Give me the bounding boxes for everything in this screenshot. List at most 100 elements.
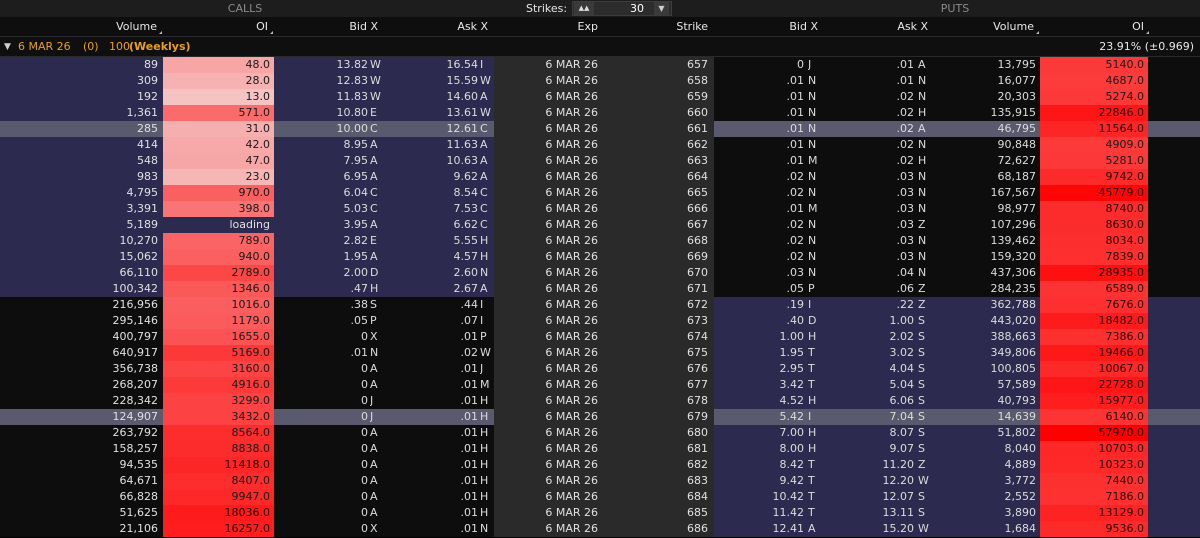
table-row[interactable]: 309 28.0 12.83 W 15.59 W 6 MAR 26 658.01 N .01 N 16… [0, 73, 1200, 89]
call-bid[interactable]: 7.95 [274, 153, 369, 169]
put-bid[interactable]: .01 [714, 153, 805, 169]
expiration[interactable]: 6 MAR 26 [494, 393, 598, 409]
expiration[interactable]: 6 MAR 26 [494, 249, 598, 265]
call-ask[interactable]: 9.62 [384, 169, 479, 185]
put-volume[interactable]: 72,627 [934, 153, 1037, 169]
call-oi[interactable]: 8838.0 [163, 441, 274, 457]
call-volume[interactable]: 192 [0, 89, 158, 105]
call-ask[interactable]: 16.54 [384, 57, 479, 73]
call-ask[interactable]: .01 [384, 521, 479, 537]
chevron-down-icon[interactable]: ▼ [4, 37, 11, 57]
put-ask-exchange[interactable]: H [918, 153, 932, 169]
call-ask-exchange[interactable]: A [480, 169, 494, 185]
call-ask-exchange[interactable]: H [480, 409, 494, 425]
table-row[interactable]: 192 13.0 11.83 W 14.60 A 6 MAR 26 659.01 N .02 N 20… [0, 89, 1200, 105]
call-volume[interactable]: 548 [0, 153, 158, 169]
put-ask[interactable]: 12.20 [824, 473, 915, 489]
put-volume[interactable]: 362,788 [934, 297, 1037, 313]
call-oi[interactable]: 3299.0 [163, 393, 274, 409]
put-bid[interactable]: 8.42 [714, 457, 805, 473]
call-ask-exchange[interactable]: M [480, 377, 494, 393]
call-volume[interactable]: 15,062 [0, 249, 159, 265]
put-bid[interactable]: 5.42 [714, 409, 805, 425]
grid-icon[interactable]: ▲▲ [574, 2, 594, 15]
call-oi[interactable]: 4916.0 [163, 377, 274, 393]
table-row[interactable]: 263,792 8564.0 0 A .01 H 6 MAR 26 680 7.00 H 8.07 S… [0, 425, 1200, 441]
col-header-put-bid[interactable]: Bid X [714, 17, 824, 37]
put-volume[interactable]: 90,848 [934, 137, 1037, 153]
call-volume[interactable]: 263,792 [0, 425, 159, 441]
col-header-exp[interactable]: Exp [494, 17, 604, 37]
put-ask-exchange[interactable]: A [918, 121, 932, 137]
put-oi[interactable]: 11564.0 [1040, 121, 1148, 137]
call-volume[interactable]: 89 [0, 57, 158, 73]
put-ask[interactable]: .02 [824, 105, 915, 121]
strike[interactable]: 680 [604, 425, 708, 441]
call-oi[interactable]: 5169.0 [163, 345, 274, 361]
call-volume[interactable]: 100,342 [0, 281, 159, 297]
table-row[interactable]: 216,956 1016.0.38 S .44 I 6 MAR 26 672.19 I .22 Z… [0, 297, 1200, 313]
put-ask-exchange[interactable]: S [918, 441, 932, 457]
call-oi[interactable]: 47.0 [163, 153, 274, 169]
expiration[interactable]: 6 MAR 26 [494, 57, 598, 73]
call-bid-exchange[interactable]: A [370, 425, 384, 441]
strike[interactable]: 678 [604, 393, 708, 409]
put-volume[interactable]: 167,567 [934, 185, 1037, 201]
call-bid-exchange[interactable]: A [370, 217, 384, 233]
call-oi[interactable]: 1179.0 [163, 313, 274, 329]
call-oi[interactable]: 2789.0 [163, 265, 274, 281]
call-bid-exchange[interactable]: A [370, 169, 384, 185]
col-header-call-ask[interactable]: Ask X [384, 17, 494, 37]
expiration[interactable]: 6 MAR 26 [494, 233, 598, 249]
call-volume[interactable]: 66,110 [0, 265, 159, 281]
put-bid[interactable]: .03 [714, 265, 805, 281]
table-row[interactable]: 1,361 571.0 10.80 E 13.61 W 6 MAR 26 660 .01 N .02… [0, 105, 1200, 121]
call-bid-exchange[interactable]: A [370, 489, 384, 505]
call-bid-exchange[interactable]: A [370, 377, 384, 393]
table-row[interactable]: 66,110 2789.0 2.00 D 2.60 N 6 MAR 26 670.03 N .04… [0, 265, 1200, 281]
put-oi[interactable]: 10703.0 [1040, 441, 1148, 457]
call-volume[interactable]: 285 [0, 121, 158, 137]
call-ask[interactable]: 7.53 [384, 201, 479, 217]
call-ask-exchange[interactable]: P [480, 329, 494, 345]
call-bid-exchange[interactable]: N [370, 345, 384, 361]
put-ask-exchange[interactable]: H [918, 105, 932, 121]
put-oi[interactable]: 7839.0 [1040, 249, 1148, 265]
put-ask-exchange[interactable]: N [918, 89, 932, 105]
put-ask[interactable]: .03 [824, 185, 915, 201]
call-bid-exchange[interactable]: J [370, 393, 384, 409]
call-ask-exchange[interactable]: A [480, 137, 494, 153]
put-oi[interactable]: 13129.0 [1040, 505, 1148, 521]
put-oi[interactable]: 19466.0 [1040, 345, 1148, 361]
expiration[interactable]: 6 MAR 26 [494, 441, 598, 457]
call-volume[interactable]: 228,342 [0, 393, 159, 409]
call-oi[interactable]: 11418.0 [163, 457, 274, 473]
expiration[interactable]: 6 MAR 26 [494, 457, 598, 473]
col-header-call-oi[interactable]: OI [163, 17, 274, 37]
put-ask[interactable]: .04 [824, 265, 915, 281]
put-ask[interactable]: .02 [824, 121, 915, 137]
put-volume[interactable]: 40,793 [934, 393, 1037, 409]
put-volume[interactable]: 159,320 [934, 249, 1037, 265]
put-bid-exchange[interactable]: I [808, 409, 822, 425]
chevron-down-icon[interactable]: ▼ [654, 2, 669, 15]
put-bid-exchange[interactable]: H [808, 425, 822, 441]
call-bid[interactable]: 0 [274, 425, 368, 441]
strike[interactable]: 672 [604, 297, 708, 313]
strike[interactable]: 685 [604, 505, 708, 521]
put-ask[interactable]: 7.04 [824, 409, 915, 425]
put-ask[interactable]: 1.00 [824, 313, 915, 329]
call-volume[interactable]: 124,907 [0, 409, 159, 425]
call-oi[interactable]: 970.0 [163, 185, 274, 201]
call-ask-exchange[interactable]: W [480, 73, 494, 89]
expiration[interactable]: 6 MAR 26 [494, 345, 598, 361]
call-oi[interactable]: 571.0 [163, 105, 274, 121]
expiration[interactable]: 6 MAR 26 [494, 201, 598, 217]
expiration[interactable]: 6 MAR 26 [494, 281, 598, 297]
call-oi[interactable]: 3160.0 [163, 361, 274, 377]
put-oi[interactable]: 22846.0 [1040, 105, 1148, 121]
call-ask-exchange[interactable]: N [480, 265, 494, 281]
put-bid-exchange[interactable]: H [808, 441, 822, 457]
call-ask-exchange[interactable]: H [480, 233, 494, 249]
put-bid[interactable]: 8.00 [714, 441, 805, 457]
